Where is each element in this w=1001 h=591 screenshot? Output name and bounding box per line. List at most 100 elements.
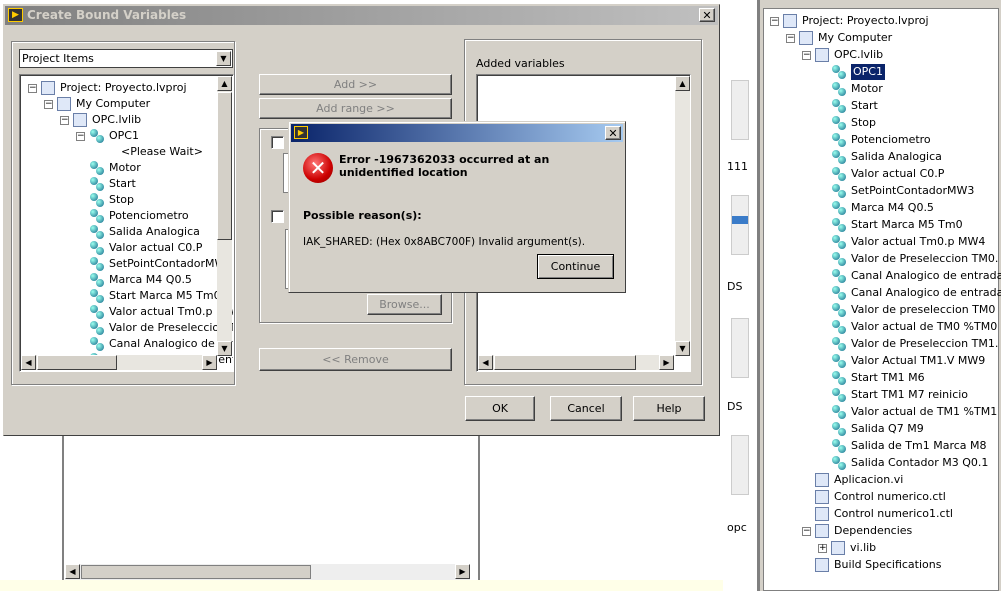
tree-item[interactable]: + vi.lib bbox=[818, 540, 876, 556]
tree-item[interactable]: Stop bbox=[76, 192, 134, 208]
tree-item-label: Valor de Preseleccion TM0. bbox=[851, 252, 999, 265]
tree-item-label: Canal Analogico de ent bbox=[109, 337, 234, 350]
tree-item[interactable]: Valor de Preseleccion TM0. bbox=[818, 251, 998, 267]
add-button[interactable]: Add >> bbox=[259, 74, 452, 95]
tree-item-label: OPC1 bbox=[109, 129, 139, 142]
tree-item[interactable]: Start Marca M5 Tm0 bbox=[818, 217, 963, 233]
tree-item-label: My Computer bbox=[76, 97, 151, 110]
error-close-button[interactable]: ✕ bbox=[605, 126, 621, 140]
tree-item-label: Valor actual C0.P bbox=[851, 167, 945, 180]
chevron-down-icon[interactable]: ▼ bbox=[216, 51, 231, 66]
tree-item[interactable]: Salida Analogica bbox=[818, 149, 942, 165]
project-tree[interactable]: − Project: Proyecto.lvproj − My Computer − OP… bbox=[763, 8, 1001, 591]
error-title-bar[interactable]: ▶ ✕ bbox=[291, 124, 623, 142]
tree-item-label: Stop bbox=[109, 193, 135, 206]
tree-item[interactable]: Valor de Preseleccion T bbox=[76, 320, 233, 336]
tree-item[interactable]: Valor actual C0.P bbox=[818, 166, 944, 182]
background-hscrollbar[interactable]: ◀ ▶ bbox=[65, 564, 470, 580]
continue-button[interactable]: Continue bbox=[537, 254, 614, 279]
tree-item[interactable]: Valor de Preseleccion TM1. bbox=[818, 336, 998, 352]
tree-item[interactable]: Valor actual C0.P bbox=[76, 240, 202, 256]
variable-icon bbox=[831, 320, 847, 334]
collapse-icon[interactable]: − bbox=[28, 83, 37, 93]
add-range-button[interactable]: Add range >> bbox=[259, 98, 452, 119]
tree-item[interactable]: − Project: Proyecto.lvproj bbox=[770, 13, 929, 29]
expand-icon[interactable]: + bbox=[818, 543, 827, 553]
tree-item[interactable]: Build Specifications bbox=[802, 557, 941, 573]
close-button[interactable]: ✕ bbox=[699, 8, 715, 22]
collapse-icon[interactable]: − bbox=[802, 50, 811, 60]
tree-item[interactable]: Start TM1 M6 bbox=[818, 370, 925, 386]
tree-item[interactable]: − OPC1 bbox=[76, 128, 139, 144]
tree-item[interactable]: OPC1 bbox=[818, 64, 885, 80]
tree-item[interactable]: − OPC.lvlib bbox=[60, 112, 141, 128]
tree-item-label: Valor Actual TM1.V MW9 bbox=[851, 354, 986, 367]
project-icon bbox=[783, 14, 797, 28]
tree-item-label: OPC.lvlib bbox=[92, 113, 142, 126]
tree-item[interactable]: Start Marca M5 Tm0 bbox=[76, 288, 221, 304]
tree-item[interactable]: Start bbox=[76, 176, 136, 192]
tree-item[interactable]: Marca M4 Q0.5 bbox=[818, 200, 934, 216]
collapse-icon[interactable]: − bbox=[770, 16, 779, 26]
variable-icon bbox=[831, 116, 847, 130]
added-vscrollbar[interactable]: ▲ ▼ bbox=[675, 76, 690, 356]
collapse-icon[interactable]: − bbox=[60, 115, 69, 125]
tree-item[interactable]: Stop bbox=[818, 115, 876, 131]
collapse-icon[interactable]: − bbox=[76, 131, 85, 141]
tree-item[interactable]: Canal Analogico de entrada bbox=[818, 285, 1001, 301]
collapse-icon[interactable]: − bbox=[44, 99, 53, 109]
tree-hscrollbar[interactable]: ◀ ▶ bbox=[21, 355, 217, 370]
tree-item[interactable]: SetPointContadorMW3 bbox=[76, 256, 232, 272]
tree-item[interactable]: <Please Wait> bbox=[108, 144, 203, 160]
tree-item[interactable]: − Project: Proyecto.lvproj bbox=[28, 80, 187, 96]
tree-item[interactable]: Potenciometro bbox=[818, 132, 931, 148]
tree-item[interactable]: Valor Actual TM1.V MW9 bbox=[818, 353, 985, 369]
tree-item-label: Valor actual de TM0 %TM0 bbox=[851, 320, 998, 333]
collapse-icon[interactable]: − bbox=[802, 526, 811, 536]
tree-item[interactable]: − Dependencies bbox=[802, 523, 912, 539]
variable-icon bbox=[831, 235, 847, 249]
tree-item[interactable]: Canal Analogico de ent bbox=[76, 336, 234, 352]
tree-item[interactable]: Marca M4 Q0.5 bbox=[76, 272, 192, 288]
variable-tree[interactable]: − Project: Proyecto.lvproj − My Computer − OP… bbox=[19, 74, 234, 372]
computer-icon bbox=[799, 31, 813, 45]
tree-item[interactable]: Salida Contador M3 Q0.1 bbox=[818, 455, 988, 471]
tree-item[interactable]: Start TM1 M7 reinicio bbox=[818, 387, 968, 403]
variable-icon bbox=[831, 184, 847, 198]
tree-item[interactable]: Control numerico.ctl bbox=[802, 489, 946, 505]
remove-button[interactable]: << Remove bbox=[259, 348, 452, 371]
title-bar[interactable]: ▶ Create Bound Variables ✕ bbox=[5, 6, 718, 25]
cancel-button[interactable]: Cancel bbox=[550, 396, 622, 421]
source-select[interactable]: Project Items ▼ bbox=[19, 49, 233, 68]
tree-item[interactable]: − My Computer bbox=[786, 30, 892, 46]
tree-item[interactable]: Salida Analogica bbox=[76, 224, 200, 240]
tree-item[interactable]: − My Computer bbox=[44, 96, 150, 112]
tree-item[interactable]: Motor bbox=[818, 81, 883, 97]
tree-item[interactable]: Valor actual de TM0 %TM0 bbox=[818, 319, 997, 335]
tree-item[interactable]: SetPointContadorMW3 bbox=[818, 183, 974, 199]
ok-button[interactable]: OK bbox=[465, 396, 535, 421]
tree-item[interactable]: Canal Analogico de entrada bbox=[818, 268, 1001, 284]
tree-item[interactable]: Salida Q7 M9 bbox=[818, 421, 924, 437]
browse-button[interactable]: Browse... bbox=[367, 294, 442, 315]
tree-item[interactable]: − OPC.lvlib bbox=[802, 47, 883, 63]
tree-item[interactable]: Aplicacion.vi bbox=[802, 472, 903, 488]
variable-icon bbox=[831, 218, 847, 232]
tree-item[interactable]: Valor actual Tm0.p MW bbox=[76, 304, 233, 320]
collapse-icon[interactable]: − bbox=[786, 33, 795, 43]
tree-item[interactable]: Motor bbox=[76, 160, 141, 176]
tree-item[interactable]: Salida de Tm1 Marca M8 bbox=[818, 438, 987, 454]
tree-item[interactable]: Valor actual Tm0.p MW4 bbox=[818, 234, 985, 250]
tree-item[interactable]: Potenciometro bbox=[76, 208, 189, 224]
error-reason: IAK_SHARED: (Hex 0x8ABC700F) Invalid arg… bbox=[303, 236, 586, 248]
variable-icon bbox=[89, 177, 105, 191]
added-hscrollbar[interactable]: ◀ ▶ bbox=[478, 355, 674, 370]
option-checkbox-1[interactable] bbox=[271, 136, 284, 149]
option-checkbox-2[interactable] bbox=[271, 210, 284, 223]
tree-item[interactable]: Control numerico1.ctl bbox=[802, 506, 953, 522]
tree-item[interactable]: Valor actual de TM1 %TM1 bbox=[818, 404, 997, 420]
tree-item[interactable]: Valor de preseleccion TM0 bbox=[818, 302, 995, 318]
help-button[interactable]: Help bbox=[633, 396, 705, 421]
tree-item[interactable]: Start bbox=[818, 98, 878, 114]
tree-vscrollbar[interactable]: ▲ ▼ bbox=[217, 76, 232, 356]
